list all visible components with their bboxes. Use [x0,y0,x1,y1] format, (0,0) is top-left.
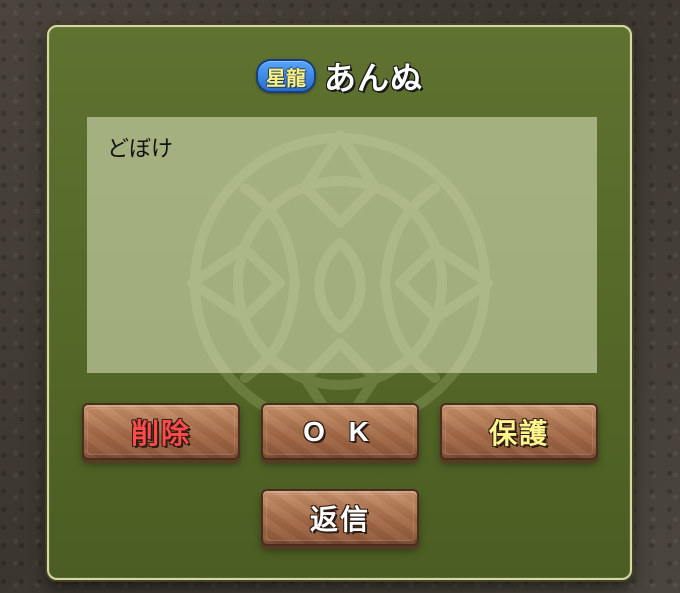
protect-button[interactable]: 保護 [440,403,598,460]
delete-button[interactable]: 削除 [82,403,240,460]
player-name: あんぬ [323,59,423,97]
ok-button[interactable]: O K [261,403,419,460]
rank-badge: 星龍 [255,59,316,93]
dialog-title-row: 星龍 あんぬ [49,53,630,99]
message-panel: どぼけ [87,117,597,373]
reply-button[interactable]: 返信 [261,489,419,546]
message-text: どぼけ [107,137,174,162]
mail-dialog: 星龍 あんぬ どぼけ 削除 O K 保護 返信 [47,25,632,580]
